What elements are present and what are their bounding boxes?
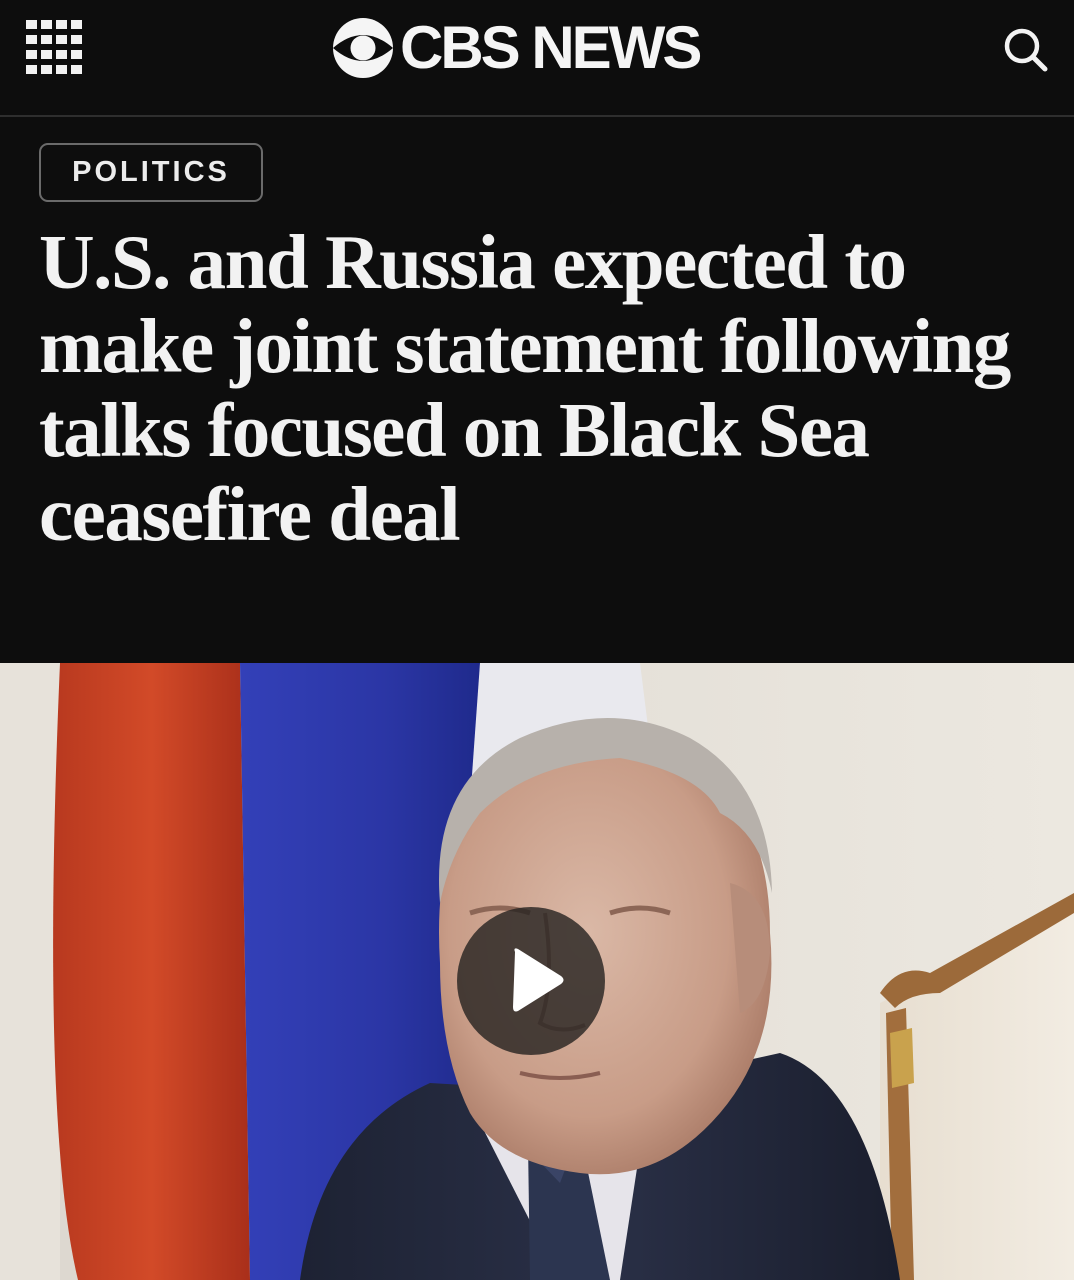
play-icon xyxy=(513,948,564,1012)
category-tag[interactable]: POLITICS xyxy=(39,143,263,202)
cbs-eye-icon xyxy=(333,18,393,78)
hero-video[interactable] xyxy=(0,663,1074,1280)
video-play-button[interactable] xyxy=(457,907,605,1055)
grid-menu-icon[interactable] xyxy=(26,20,82,74)
site-header: CBS NEWS xyxy=(0,0,1074,117)
cbs-news-logo[interactable]: CBS NEWS xyxy=(330,14,750,82)
article-headline: U.S. and Russia expected to make joint s… xyxy=(39,219,1011,557)
search-icon[interactable] xyxy=(1000,24,1052,76)
brand-name: CBS NEWS xyxy=(400,14,702,81)
